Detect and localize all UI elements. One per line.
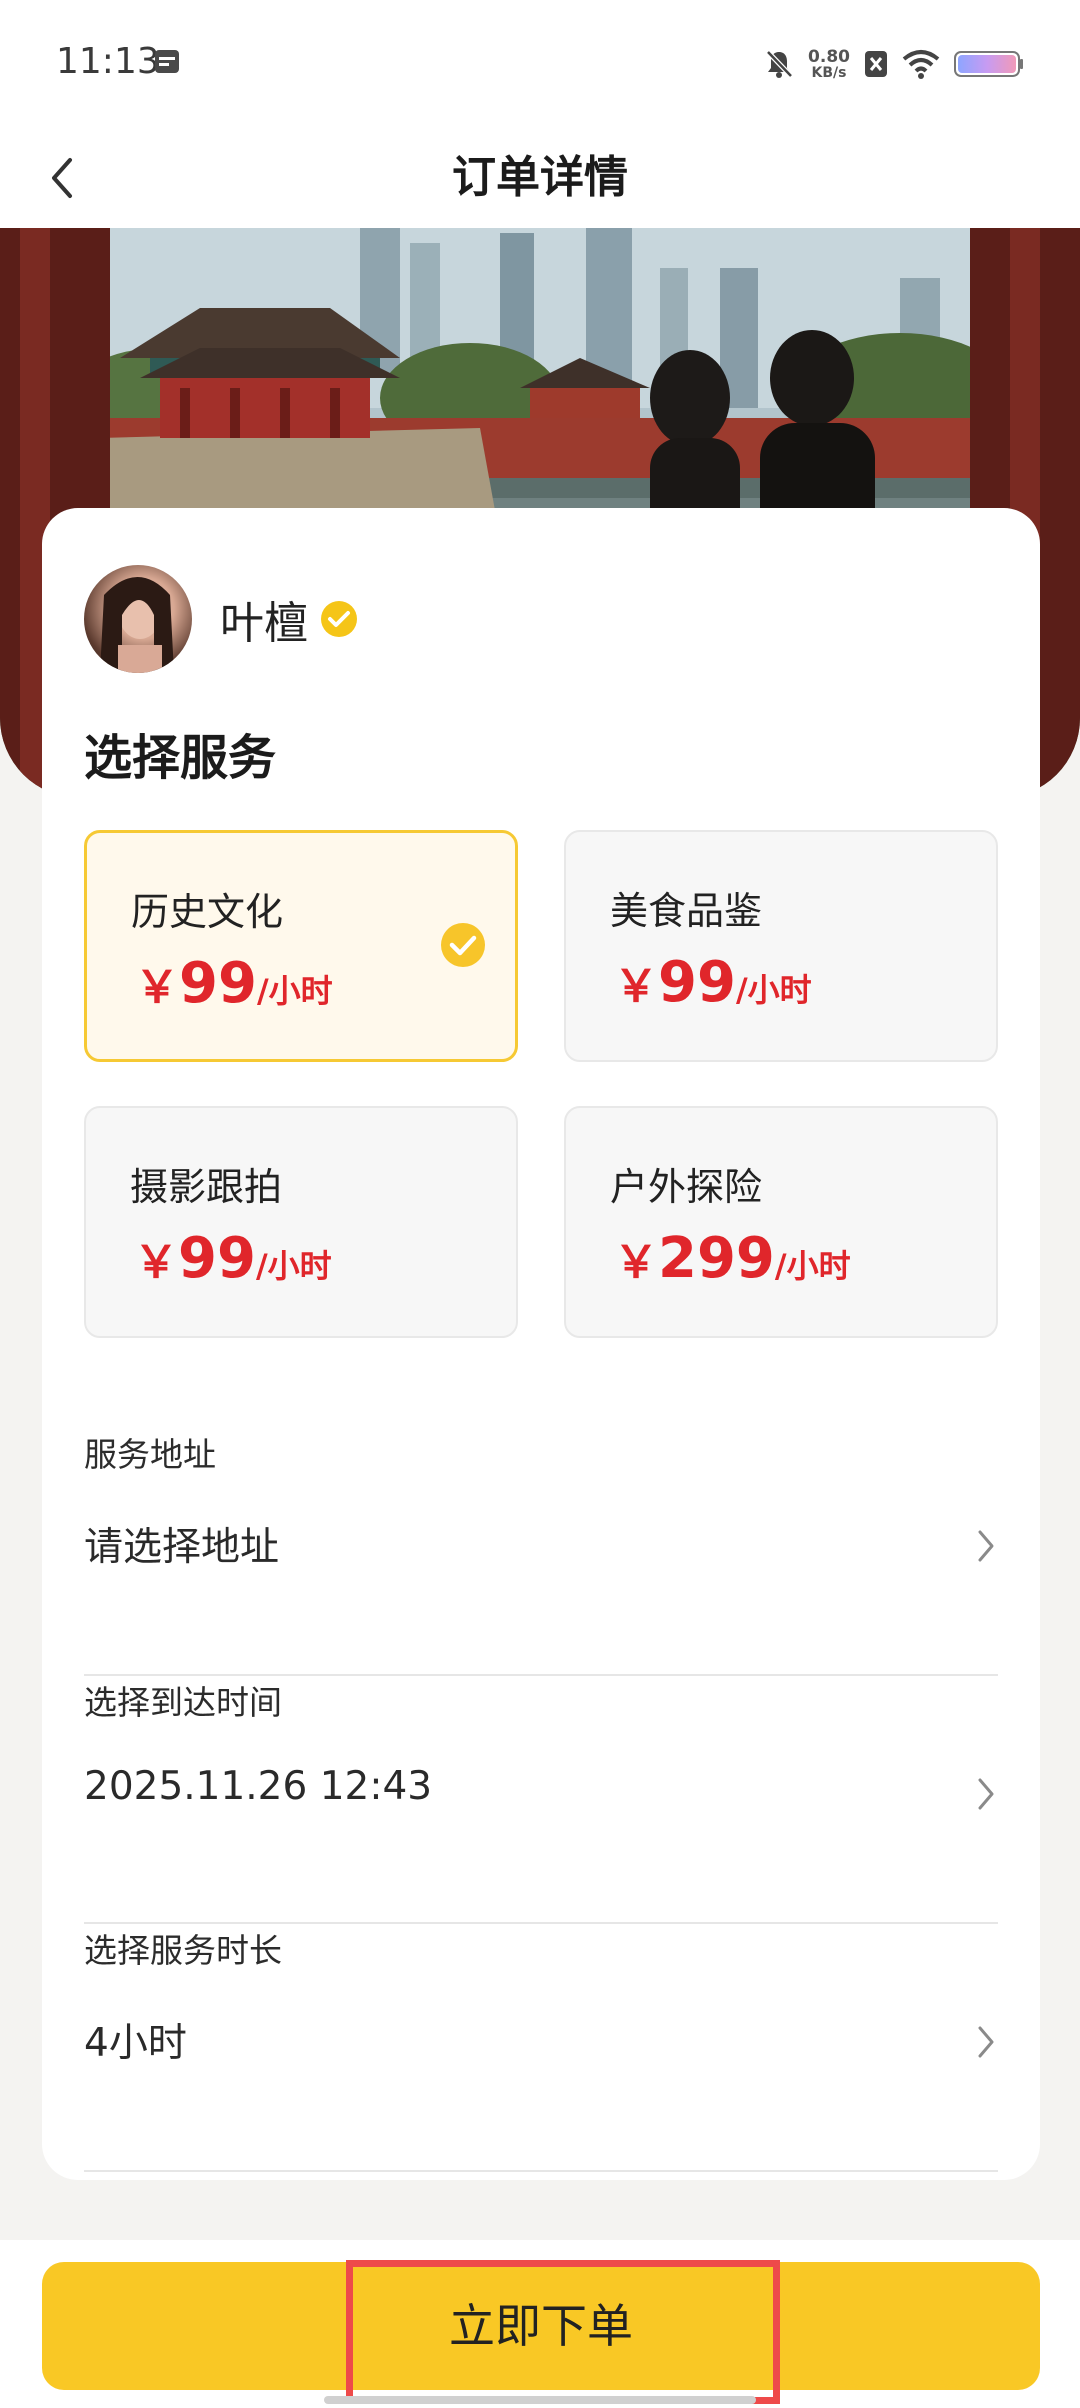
place-order-button[interactable]: 立即下单 bbox=[42, 2262, 1040, 2390]
duration-label: 选择服务时长 bbox=[84, 1931, 282, 1970]
page-title: 订单详情 bbox=[452, 152, 628, 203]
header-bar: 订单详情 bbox=[0, 128, 1080, 228]
price-unit: /小时 bbox=[774, 1247, 851, 1285]
price-currency: ￥ bbox=[614, 961, 658, 1012]
arrival-time-value: 2025.11.26 12:43 bbox=[84, 1764, 433, 1809]
wifi-icon bbox=[902, 50, 940, 79]
mute-icon bbox=[766, 50, 793, 78]
service-name: 美食品鉴 bbox=[610, 889, 763, 933]
price-amount: 99 bbox=[178, 1226, 256, 1291]
price-unit: /小时 bbox=[255, 1247, 332, 1285]
home-indicator bbox=[324, 2396, 756, 2404]
service-price: ￥99/小时 bbox=[135, 951, 333, 1016]
price-currency: ￥ bbox=[134, 1237, 178, 1288]
place-order-label: 立即下单 bbox=[449, 2299, 633, 2353]
service-name: 历史文化 bbox=[131, 890, 284, 934]
status-bar: 11:13 0.80 KB/s bbox=[0, 0, 1080, 128]
duration-value: 4小时 bbox=[84, 2021, 187, 2066]
net-speed: 0.80 KB/s bbox=[808, 48, 850, 81]
order-card: 叶檀 选择服务 历史文化 ￥99/小时 美食品鉴 ￥99/小时 摄影跟拍 ￥99… bbox=[42, 508, 1040, 2180]
provider-profile: 叶檀 bbox=[84, 564, 358, 674]
service-option-history[interactable]: 历史文化 ￥99/小时 bbox=[84, 830, 518, 1062]
service-name: 摄影跟拍 bbox=[130, 1165, 283, 1209]
service-option-photography[interactable]: 摄影跟拍 ￥99/小时 bbox=[84, 1106, 518, 1338]
service-option-outdoor[interactable]: 户外探险 ￥299/小时 bbox=[564, 1106, 998, 1338]
calendar-icon bbox=[155, 50, 179, 73]
arrival-time-field[interactable]: 选择到达时间 2025.11.26 12:43 bbox=[84, 1676, 998, 1924]
provider-name: 叶檀 bbox=[220, 598, 308, 649]
duration-field[interactable]: 选择服务时长 4小时 bbox=[84, 1924, 998, 2172]
service-section-title: 选择服务 bbox=[84, 730, 277, 786]
price-unit: /小时 bbox=[256, 972, 333, 1010]
service-option-food[interactable]: 美食品鉴 ￥99/小时 bbox=[564, 830, 998, 1062]
price-currency: ￥ bbox=[135, 962, 179, 1013]
chevron-right-icon bbox=[978, 1530, 994, 1562]
price-currency: ￥ bbox=[614, 1237, 658, 1288]
service-price: ￥99/小时 bbox=[134, 1226, 332, 1291]
avatar[interactable] bbox=[84, 565, 192, 673]
chevron-right-icon bbox=[978, 1778, 994, 1810]
address-value: 请选择地址 bbox=[84, 1525, 280, 1570]
chevron-right-icon bbox=[978, 2026, 994, 2058]
bottom-action-bar: 立即下单 bbox=[0, 2240, 1080, 2408]
status-icons: 0.80 KB/s bbox=[764, 40, 1024, 88]
service-price: ￥299/小时 bbox=[614, 1226, 851, 1291]
status-time: 11:13 bbox=[56, 41, 160, 82]
address-field[interactable]: 服务地址 请选择地址 bbox=[84, 1428, 998, 1676]
price-unit: /小时 bbox=[735, 971, 812, 1009]
verified-icon bbox=[321, 601, 357, 637]
net-speed-unit: KB/s bbox=[811, 64, 847, 81]
net-speed-value: 0.80 bbox=[808, 46, 850, 67]
price-amount: 99 bbox=[658, 950, 736, 1015]
battery-icon bbox=[954, 51, 1023, 77]
address-label: 服务地址 bbox=[84, 1435, 216, 1474]
price-amount: 99 bbox=[179, 951, 257, 1016]
sim-off-icon bbox=[865, 51, 887, 77]
service-price: ￥99/小时 bbox=[614, 950, 812, 1015]
arrival-time-label: 选择到达时间 bbox=[84, 1683, 282, 1722]
check-circle-icon bbox=[441, 923, 485, 967]
price-amount: 299 bbox=[658, 1226, 775, 1291]
service-name: 户外探险 bbox=[610, 1165, 763, 1209]
divider bbox=[84, 2170, 998, 2172]
